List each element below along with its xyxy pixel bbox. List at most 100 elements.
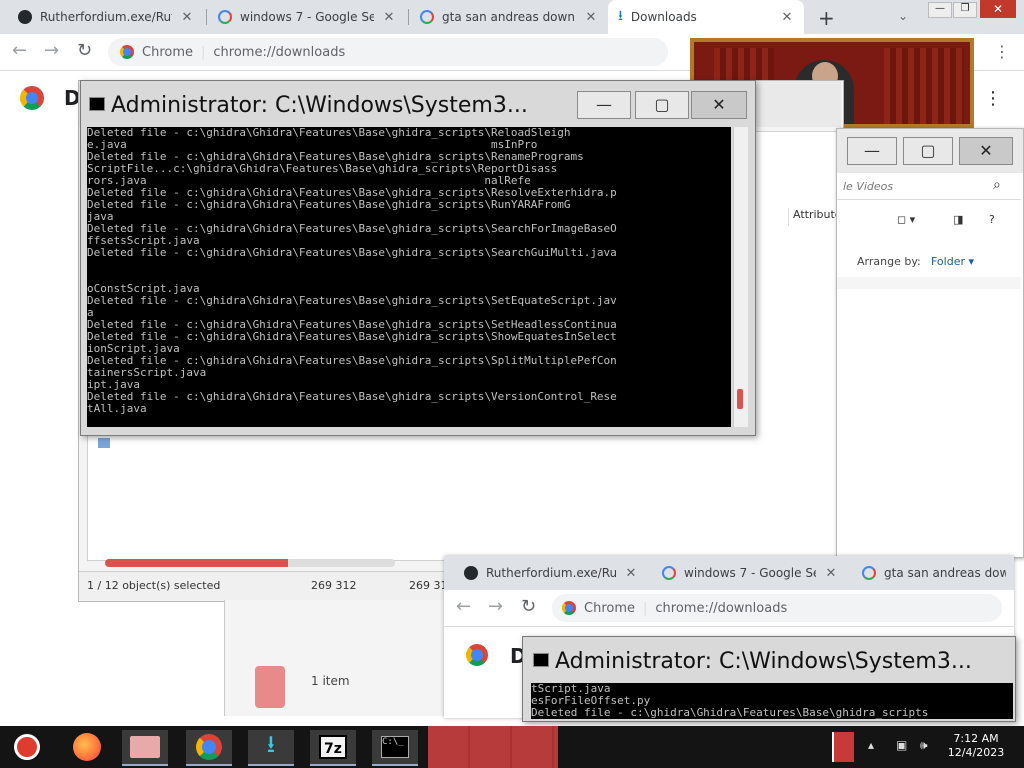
library-window-bottom: 1 item (224, 600, 447, 716)
show-hidden-icons[interactable]: ▴ (868, 738, 874, 752)
arrange-value: Folder (931, 255, 965, 268)
progress-fill (105, 559, 288, 567)
forward-icon[interactable]: → (488, 598, 503, 616)
github-icon (464, 566, 478, 580)
arrange-by-dropdown[interactable]: Folder ▾ (931, 255, 974, 268)
maximize-button[interactable]: ▢ (635, 91, 689, 119)
close-tab-icon[interactable]: ✕ (780, 10, 794, 25)
clock-time: 7:12 AM (953, 732, 999, 745)
library-item-count: 1 item (311, 674, 350, 688)
chrome-icon (466, 644, 488, 666)
google-icon (862, 566, 876, 580)
forward-icon[interactable]: → (44, 42, 59, 60)
search-icon[interactable]: ⌕ (993, 177, 1001, 193)
curtain-right (884, 48, 964, 124)
download-icon[interactable]: ⭳ (248, 730, 294, 766)
console-line: Deleted file - c:\ghidra\Ghidra\Features… (87, 390, 617, 403)
omnibox-scheme: Chrome (142, 44, 193, 60)
folder-icon (255, 666, 285, 708)
taskbar: ⭳ 7z C:\_ ▴ ▣ 🕪 7:12 AM 12/4/2023 (0, 726, 1024, 768)
console-scrollbar[interactable] (733, 127, 748, 427)
console-window: Administrator: C:\Windows\System3... — ▢… (80, 80, 756, 436)
google-icon (218, 10, 232, 24)
search-placeholder: le Videos (843, 180, 894, 193)
network-icon[interactable]: ▣ (896, 738, 907, 752)
7zip-icon[interactable]: 7z (310, 730, 356, 766)
new-tab-button[interactable]: + (818, 6, 835, 30)
console-line: tAll.java (87, 402, 147, 415)
cmd-label: C:\_ (381, 736, 409, 758)
close-tab-icon[interactable]: ✕ (624, 566, 638, 581)
omnibox-url: chrome://downloads (655, 600, 788, 616)
close-tab-icon[interactable]: ✕ (584, 10, 598, 25)
console-line: Deleted file - c:\ghidra\Ghidra\Features… (87, 294, 617, 307)
chrome-icon (20, 86, 44, 110)
menu-dots-icon[interactable]: ⋮ (994, 42, 1010, 61)
library-search-box[interactable]: le Videos ⌕ (837, 175, 1021, 200)
clock-date: 12/4/2023 (947, 746, 1005, 759)
preview-pane-icon[interactable]: ◨ (953, 213, 963, 226)
close-tab-icon[interactable]: ✕ (824, 566, 838, 581)
chrome2-tab-strip: Rutherfordium.exe/Ruthe ✕ windows 7 - Go… (444, 556, 1014, 590)
action-center-icon[interactable] (832, 732, 854, 762)
column-attribute[interactable]: Attribute (788, 208, 842, 226)
omnibox[interactable]: Chrome | chrome://downloads (552, 594, 1002, 622)
back-icon[interactable]: ← (12, 42, 27, 60)
console-line: Deleted file - c:\ghidra\Ghidra\Features… (87, 246, 617, 259)
firefox-icon[interactable] (64, 730, 110, 764)
minimize-button[interactable]: — (928, 2, 952, 18)
tab-separator (206, 9, 207, 25)
tab-google-windows7[interactable]: windows 7 - Google Sear ✕ (208, 0, 406, 34)
minimize-button[interactable]: — (847, 137, 897, 165)
close-window-button[interactable]: ✕ (980, 0, 1016, 18)
close-tab-icon[interactable]: ✕ (180, 10, 194, 25)
santa-icon[interactable] (4, 730, 50, 764)
console-line: Deleted file - c:\ghidra\Ghidra\Features… (531, 706, 929, 719)
console-title: Administrator: C:\Windows\System3... (555, 649, 972, 674)
chrome-icon (120, 45, 134, 59)
close-tab-icon[interactable]: ✕ (382, 10, 396, 25)
close-button[interactable]: ✕ (691, 91, 747, 119)
google-icon (662, 566, 676, 580)
volume-icon[interactable]: 🕪 (920, 738, 928, 753)
status-selected: 1 / 12 object(s) selected (87, 579, 221, 592)
cmd-icon[interactable]: C:\_ (372, 730, 418, 766)
maximize-button[interactable]: ❐ (953, 2, 977, 18)
tab-downloads[interactable]: ⭳ Downloads ✕ (608, 0, 804, 34)
folder-icon[interactable] (122, 730, 168, 766)
scrollbar-thumb[interactable] (737, 389, 743, 409)
reload-icon[interactable]: ↻ (521, 598, 536, 616)
maximize-button[interactable]: ▢ (903, 137, 953, 165)
tab-github[interactable]: Rutherfordium.exe/Ruthe ✕ (8, 0, 204, 34)
cmd-icon (89, 97, 105, 111)
tab-google-gta[interactable]: gta san andreas downloa ✕ (410, 0, 608, 34)
console-line: Deleted file - c:\ghidra\Ghidra\Features… (87, 198, 571, 211)
cmd-icon (533, 653, 549, 667)
google-icon (420, 10, 434, 24)
omnibox-divider: | (201, 44, 206, 60)
tab-google-windows7[interactable]: windows 7 - Google Sear ✕ (652, 556, 848, 590)
back-icon[interactable]: ← (456, 598, 471, 616)
tab-search-icon[interactable]: ⌄ (898, 9, 908, 23)
tab-google-gta[interactable]: gta san andreas downloa (852, 556, 1014, 590)
view-options-icon[interactable]: ◻ ▾ (897, 213, 915, 226)
console-line: tainersScript.java (87, 366, 207, 379)
reload-icon[interactable]: ↻ (77, 42, 92, 60)
close-button[interactable]: ✕ (959, 137, 1013, 165)
clock[interactable]: 7:12 AM 12/4/2023 (946, 732, 1006, 760)
downloads-menu-icon[interactable]: ⋮ (984, 88, 1002, 109)
help-icon[interactable]: ? (989, 213, 995, 226)
omnibox-divider: | (643, 600, 648, 616)
downloads-logo (466, 644, 488, 666)
tab-github[interactable]: Rutherfordium.exe/Ruthe ✕ (454, 556, 648, 590)
omnibox-url: chrome://downloads (213, 44, 346, 60)
chrome-icon[interactable] (186, 730, 232, 766)
tab-label: windows 7 - Google Sear (684, 566, 816, 580)
tab-label: Rutherfordium.exe/Ruthe (40, 10, 172, 24)
tab-label: Rutherfordium.exe/Ruthe (486, 566, 616, 580)
omnibox[interactable]: Chrome | chrome://downloads (108, 38, 668, 66)
chrome-tab-strip: Rutherfordium.exe/Ruthe ✕ windows 7 - Go… (0, 0, 1024, 34)
arrange-divider (837, 277, 1021, 289)
minimize-button[interactable]: — (577, 91, 631, 119)
